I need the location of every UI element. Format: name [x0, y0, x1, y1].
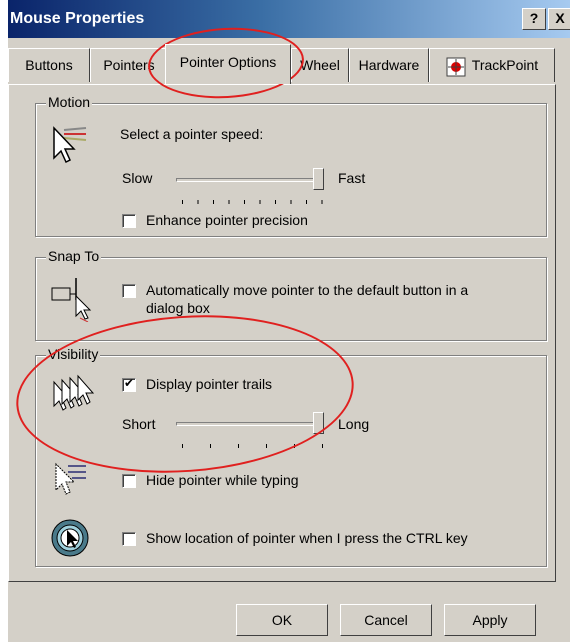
help-button[interactable]: ?	[522, 8, 546, 30]
hide-pointer-icon	[52, 460, 92, 503]
ok-button[interactable]: OK	[236, 604, 328, 636]
mouse-properties-window: Mouse Properties ? X Buttons Pointers Po…	[8, 0, 570, 642]
apply-button[interactable]: Apply	[444, 604, 536, 636]
motion-group: Motion Select a pointer speed: Slow Fast…	[35, 94, 547, 237]
tab-pointer-options[interactable]: Pointer Options	[165, 44, 291, 84]
enhance-precision-label: Enhance pointer precision	[146, 212, 308, 228]
title-bar[interactable]: Mouse Properties ? X	[8, 0, 570, 38]
tab-trackpoint[interactable]: TrackPoint	[429, 48, 555, 82]
pointer-speed-icon	[50, 124, 90, 171]
hide-pointer-label: Hide pointer while typing	[146, 472, 299, 488]
tab-buttons[interactable]: Buttons	[8, 48, 90, 82]
show-location-icon	[50, 518, 90, 561]
fast-label: Fast	[338, 170, 366, 186]
long-label: Long	[338, 416, 370, 432]
auto-snap-label-line2: dialog box	[146, 300, 210, 316]
trackpoint-icon	[446, 56, 466, 77]
tab-strip: Buttons Pointers Pointer Options Wheel H…	[8, 44, 570, 88]
snap-to-legend: Snap To	[46, 248, 102, 264]
pointer-speed-label: Select a pointer speed:	[120, 126, 264, 142]
tab-trackpoint-label: TrackPoint	[471, 57, 539, 73]
slow-label: Slow	[122, 170, 153, 186]
auto-snap-checkbox[interactable]	[122, 284, 136, 298]
close-button[interactable]: X	[548, 8, 570, 30]
cancel-button[interactable]: Cancel	[340, 604, 432, 636]
show-location-label: Show location of pointer when I press th…	[146, 530, 468, 546]
snap-to-icon	[50, 274, 94, 325]
auto-snap-label-line1: Automatically move pointer to the defaul…	[146, 282, 469, 298]
window-title: Mouse Properties	[10, 10, 145, 27]
tab-hardware[interactable]: Hardware	[349, 48, 429, 82]
pointer-speed-slider-thumb[interactable]	[313, 168, 324, 190]
motion-legend: Motion	[46, 94, 93, 110]
hide-pointer-checkbox[interactable]	[122, 474, 136, 488]
show-location-checkbox[interactable]	[122, 532, 136, 546]
enhance-precision-checkbox[interactable]	[122, 214, 136, 228]
